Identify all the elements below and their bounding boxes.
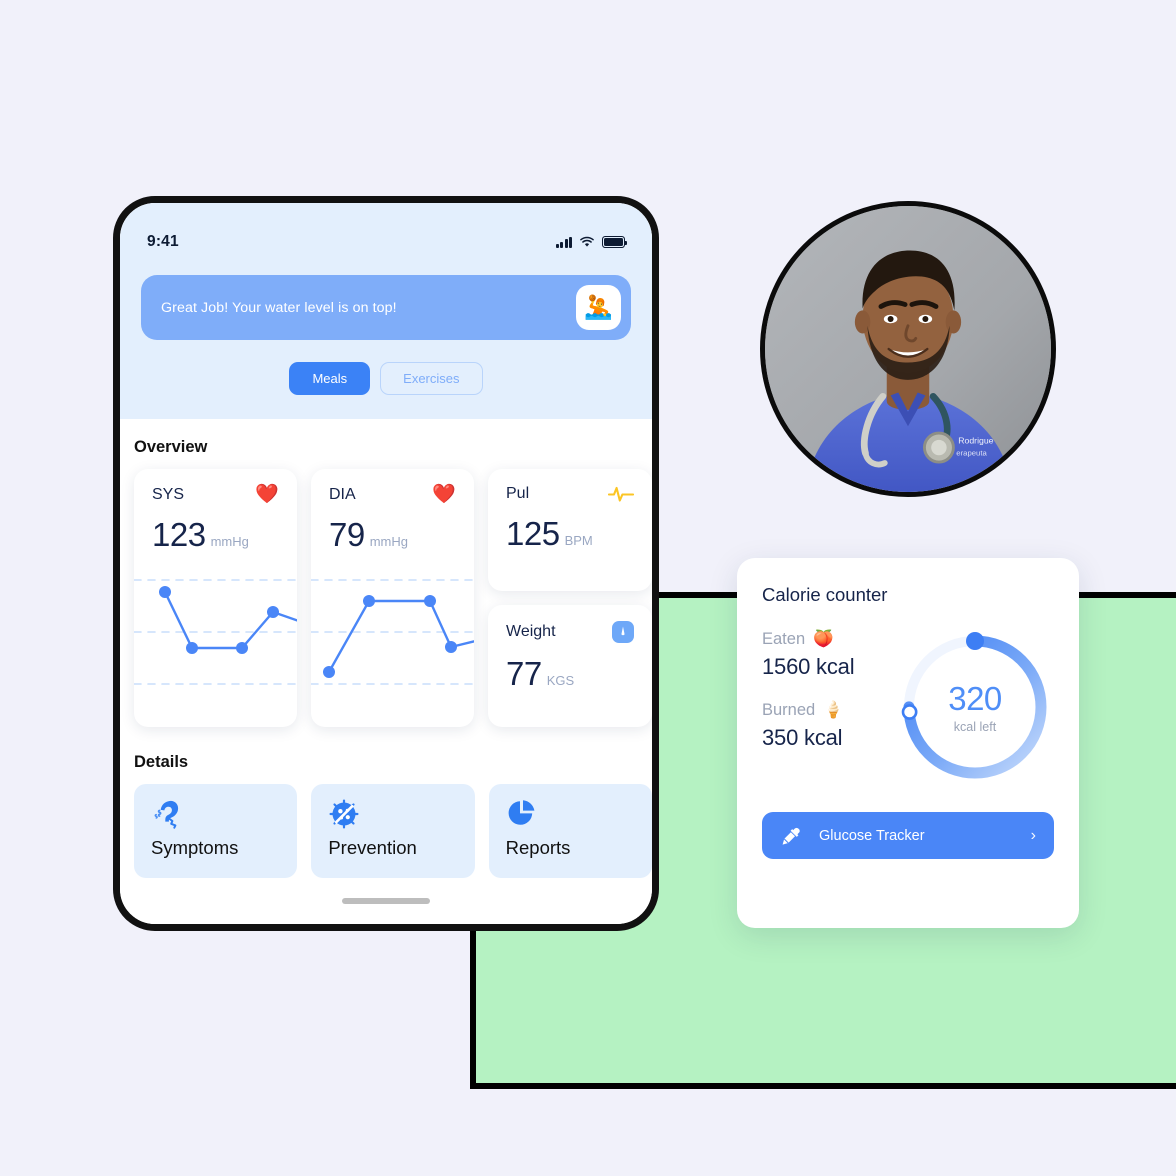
card-pul-label: Pul xyxy=(506,485,530,502)
heart-icon: ❤️ xyxy=(255,484,279,505)
card-pul-metric: 125 BPM xyxy=(488,515,652,553)
svg-text:Rodrigue: Rodrigue xyxy=(958,436,993,446)
card-dia[interactable]: DIA ❤️ 79 mmHg xyxy=(311,469,474,727)
detail-label-prevention: Prevention xyxy=(328,837,417,858)
calorie-card-title: Calorie counter xyxy=(762,584,888,605)
card-sys-unit: mmHg xyxy=(210,534,249,549)
hero-section: 9:41 Great Job! Your water level is on t… xyxy=(120,203,652,419)
battery-icon xyxy=(602,236,628,248)
card-weight[interactable]: Weight 77 KGS xyxy=(488,605,652,727)
tab-meals[interactable]: Meals xyxy=(289,362,371,395)
tab-exercises[interactable]: Exercises xyxy=(380,362,483,395)
detail-label-symptoms: Symptoms xyxy=(151,837,239,858)
card-pul-header: Pul xyxy=(488,485,652,503)
water-person-icon: 🤽 xyxy=(576,285,621,330)
banner-message: Great Job! Your water level is on top! xyxy=(161,299,397,316)
status-icons xyxy=(556,236,628,248)
cellular-bars-icon xyxy=(556,236,572,248)
donut-center-label: 320 kcal left xyxy=(890,622,1060,792)
stat-burned-label-row: Burned 🍦 xyxy=(762,701,854,720)
glucose-tracker-button[interactable]: Glucose Tracker › xyxy=(762,812,1054,859)
stat-eaten-value: 1560 kcal xyxy=(762,654,855,679)
card-dia-header: DIA ❤️ xyxy=(311,485,474,504)
card-weight-metric: 77 KGS xyxy=(488,655,652,693)
details-cards: Symptoms Prevention Reports xyxy=(120,784,652,878)
detail-card-symptoms[interactable]: Symptoms xyxy=(134,784,298,878)
overview-title: Overview xyxy=(134,438,208,456)
segmented-control: Meals Exercises xyxy=(120,362,652,395)
stat-eaten-label-row: Eaten 🍑 xyxy=(762,630,854,649)
card-sys-metric: 123 mmHg xyxy=(134,516,297,554)
pulse-wave-icon xyxy=(608,486,634,502)
card-dia-sparkline xyxy=(311,570,474,694)
card-pul-unit: BPM xyxy=(564,533,593,548)
detail-card-reports[interactable]: Reports xyxy=(488,784,652,878)
card-sys-value: 123 xyxy=(152,516,206,553)
pie-chart-icon xyxy=(506,798,652,832)
card-weight-value: 77 xyxy=(506,655,542,692)
phone-mockup: 9:41 Great Job! Your water level is on t… xyxy=(113,196,659,931)
card-dia-metric: 79 mmHg xyxy=(311,516,474,554)
card-dia-value: 79 xyxy=(329,516,365,553)
card-weight-label: Weight xyxy=(506,623,556,640)
donut-caption: kcal left xyxy=(953,720,997,734)
card-sys[interactable]: SYS ❤️ 123 mmHg xyxy=(134,469,297,727)
card-dia-label: DIA xyxy=(329,485,356,503)
stat-burned-label: Burned xyxy=(762,701,816,719)
chevron-right-icon: › xyxy=(1030,826,1036,844)
overview-cards: SYS ❤️ 123 mmHg DIA ❤️ 79 mmHg Pul 125 B… xyxy=(120,469,652,727)
status-bar: 9:41 xyxy=(120,203,652,255)
home-indicator[interactable] xyxy=(342,898,430,904)
card-weight-unit: KGS xyxy=(546,673,575,688)
sneezing-person-icon xyxy=(151,798,297,832)
stat-eaten: Eaten 🍑 1560 kcal xyxy=(762,630,855,680)
status-time: 9:41 xyxy=(147,233,179,250)
stat-burned-value: 350 kcal xyxy=(762,725,843,750)
canvas: 9:41 Great Job! Your water level is on t… xyxy=(0,0,1176,1176)
card-dia-unit: mmHg xyxy=(369,534,408,549)
card-weight-header: Weight xyxy=(488,621,652,643)
avatar: Rodrigue erapeuta xyxy=(760,201,1056,497)
no-virus-icon xyxy=(328,798,474,832)
card-pul-value: 125 xyxy=(506,515,560,552)
calorie-donut-chart: 320 kcal left xyxy=(890,622,1060,792)
calorie-counter-card: Calorie counter Eaten 🍑 1560 kcal Burned… xyxy=(737,558,1079,928)
calorie-stats: Eaten 🍑 1560 kcal Burned 🍦 350 kcal xyxy=(762,622,855,792)
calorie-card-body: Eaten 🍑 1560 kcal Burned 🍦 350 kcal 320 … xyxy=(762,622,1054,792)
glucose-tracker-label: Glucose Tracker xyxy=(819,827,925,844)
card-sys-header: SYS ❤️ xyxy=(134,485,297,504)
svg-text:erapeuta: erapeuta xyxy=(956,448,987,457)
phone-screen: 9:41 Great Job! Your water level is on t… xyxy=(120,203,652,924)
details-title: Details xyxy=(134,753,189,771)
wifi-icon xyxy=(580,236,594,247)
ice-cream-icon: 🍦 xyxy=(823,701,844,719)
card-sys-label: SYS xyxy=(152,485,185,503)
donut-value: 320 xyxy=(948,680,1002,717)
overview-side-column: Pul 125 BPM Weight 77 KGS xyxy=(488,469,652,727)
water-level-banner: Great Job! Your water level is on top! 🤽 xyxy=(141,275,631,340)
card-pul[interactable]: Pul 125 BPM xyxy=(488,469,652,591)
dropper-icon xyxy=(782,827,800,845)
detail-label-reports: Reports xyxy=(505,837,571,858)
stat-burned: Burned 🍦 350 kcal xyxy=(762,701,854,751)
doctor-portrait-image: Rodrigue erapeuta xyxy=(765,206,1051,492)
detail-card-prevention[interactable]: Prevention xyxy=(311,784,475,878)
phone-body: Overview SYS ❤️ 123 mmHg DIA ❤️ 79 mmHg … xyxy=(120,419,652,924)
stat-eaten-label: Eaten xyxy=(762,630,806,648)
weight-gauge-icon xyxy=(612,621,634,643)
card-sys-sparkline xyxy=(134,570,297,694)
heart-icon: ❤️ xyxy=(432,484,456,505)
peach-icon: 🍑 xyxy=(813,630,834,648)
